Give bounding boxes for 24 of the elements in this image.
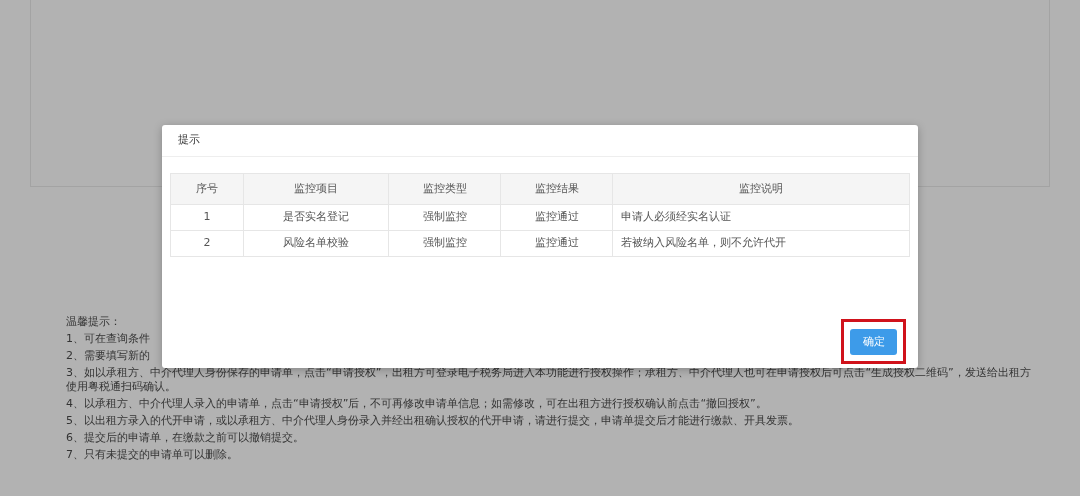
table-cell: 监控通过 bbox=[501, 231, 613, 256]
note-text: 6、提交后的申请单，在缴款之前可以撤销提交。 bbox=[66, 431, 305, 445]
table-cell: 2 bbox=[171, 231, 244, 256]
note-text: 7、只有未提交的申请单可以删除。 bbox=[66, 448, 239, 462]
table-cell-text: 申请人必须经实名认证 bbox=[620, 209, 732, 226]
note-text: 1、可在查询条件 bbox=[66, 332, 150, 346]
column-header: 监控项目 bbox=[244, 174, 389, 204]
column-header: 序号 bbox=[171, 174, 244, 204]
table-cell: 1 bbox=[171, 205, 244, 230]
table-cell-text: 若被纳入风险名单，则不允许代开 bbox=[620, 235, 787, 252]
column-header: 监控结果 bbox=[501, 174, 613, 204]
note-text: 4、以承租方、中介代理人录入的申请单，点击“申请授权”后，不可再修改申请单信息；如需修改，可在出租方进行授权确认前点击“撤回授权”。 bbox=[66, 397, 768, 411]
confirm-button[interactable]: 确定 bbox=[850, 329, 897, 355]
table-cell: 强制监控 bbox=[389, 231, 501, 256]
column-header: 监控类型 bbox=[389, 174, 501, 204]
table-cell: 强制监控 bbox=[389, 205, 501, 230]
notes-title: 温馨提示： bbox=[66, 315, 122, 329]
dialog-title: 提示 bbox=[178, 132, 200, 149]
note-text: 5、以出租方录入的代开申请，或以承租方、中介代理人身份录入并经出租确认授权的代开申请，请进行提交，申请单提交后才能进行缴款、开具发票。 bbox=[66, 414, 800, 428]
table-cell: 是否实名登记 bbox=[244, 205, 389, 230]
column-header: 监控说明 bbox=[738, 180, 784, 197]
table-cell: 监控通过 bbox=[501, 205, 613, 230]
table-cell: 风险名单校验 bbox=[244, 231, 389, 256]
note-text: 2、需要填写新的 bbox=[66, 349, 150, 363]
